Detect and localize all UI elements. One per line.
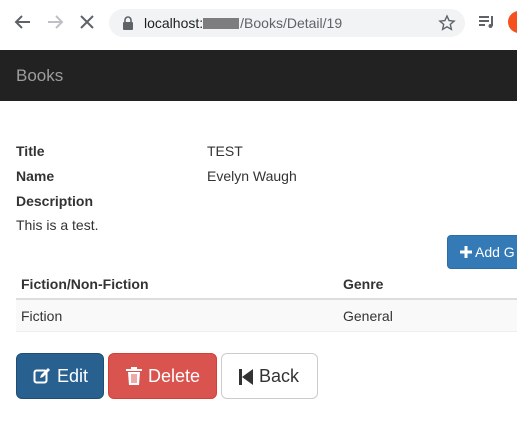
browser-window: localhost: /Books/Detail/19 Books Title T… (0, 0, 517, 425)
detail-row-name: Name Evelyn Waugh (16, 166, 516, 191)
plus-icon (460, 237, 472, 258)
add-genre-label: Add G (475, 244, 515, 260)
edit-button[interactable]: Edit (16, 353, 104, 399)
description-label: Description (16, 193, 94, 209)
step-backward-icon (239, 357, 253, 401)
url-text[interactable]: localhost: /Books/Detail/19 (144, 15, 342, 31)
stop-loading-icon[interactable] (76, 11, 98, 33)
edit-icon (33, 357, 51, 401)
media-playlist-icon[interactable] (476, 11, 498, 33)
table-cell-genre: General (343, 308, 393, 324)
detail-row-description: Description (16, 191, 516, 216)
detail-row-title: Title TEST (16, 141, 516, 166)
url-path: /Books/Detail/19 (240, 15, 343, 31)
forward-arrow-icon[interactable] (44, 11, 66, 33)
trash-icon (126, 357, 142, 401)
name-value: Evelyn Waugh (207, 168, 297, 184)
address-bar[interactable]: localhost: /Books/Detail/19 (109, 9, 465, 37)
column-header-fiction: Fiction/Non-Fiction (21, 276, 149, 292)
profile-avatar[interactable] (508, 11, 517, 33)
table-cell-fiction: Fiction (21, 308, 63, 324)
url-host: localhost: (144, 15, 204, 31)
genre-table: Fiction/Non-Fiction Genre Fiction Genera… (16, 268, 517, 332)
name-label: Name (16, 168, 55, 184)
back-label: Back (259, 366, 300, 386)
lock-icon[interactable] (120, 15, 136, 31)
table-header-row: Fiction/Non-Fiction Genre (16, 268, 517, 300)
book-details: Title TEST Name Evelyn Waugh Description (16, 141, 516, 216)
title-value: TEST (207, 143, 243, 159)
delete-label: Delete (148, 366, 201, 386)
app-navbar: Books (0, 50, 517, 101)
back-button[interactable]: Back (221, 353, 318, 399)
back-arrow-icon[interactable] (12, 11, 34, 33)
browser-toolbar: localhost: /Books/Detail/19 (0, 0, 517, 46)
bookmark-star-icon[interactable] (438, 14, 456, 32)
navbar-brand[interactable]: Books (16, 66, 63, 86)
edit-label: Edit (57, 366, 89, 386)
redacted-port (203, 18, 240, 29)
add-genre-button[interactable]: Add G (447, 235, 517, 269)
column-header-genre: Genre (343, 276, 384, 292)
title-label: Title (16, 143, 45, 159)
delete-button[interactable]: Delete (108, 353, 217, 399)
table-row: Fiction General (16, 300, 517, 332)
description-value: This is a test. (16, 217, 99, 233)
